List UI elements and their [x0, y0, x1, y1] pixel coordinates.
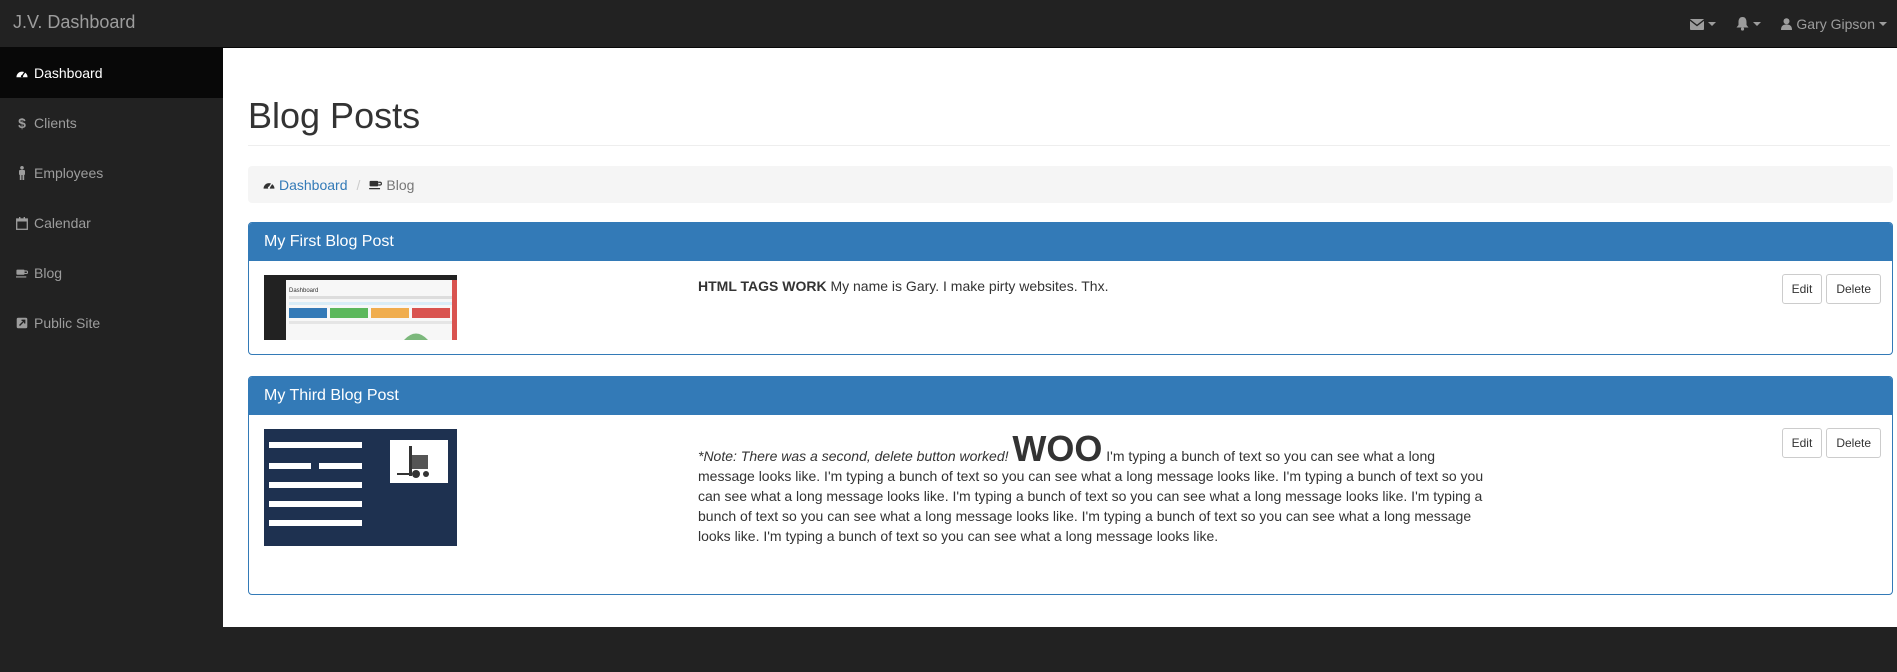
edit-button[interactable]: Edit: [1781, 274, 1823, 304]
alerts-dropdown[interactable]: [1726, 0, 1771, 48]
breadcrumb-dashboard-link[interactable]: Dashboard: [263, 177, 348, 193]
blog-post-actions: Edit Delete: [1781, 428, 1881, 458]
chevron-down-icon: [1708, 22, 1717, 26]
user-icon: [1781, 18, 1793, 30]
blog-post-title: My Third Blog Post: [249, 377, 1892, 415]
chevron-down-icon: [1753, 22, 1762, 26]
envelope-icon: [1690, 18, 1705, 30]
sidebar-item-clients[interactable]: $ Clients: [0, 98, 223, 148]
sidebar-item-label: Dashboard: [34, 65, 103, 81]
male-icon: [16, 166, 28, 180]
blog-post-bold-text: HTML TAGS WORK: [698, 278, 827, 294]
svg-text:Dashboard: Dashboard: [289, 288, 318, 294]
sidebar: Dashboard $ Clients Employees Calendar B…: [0, 48, 223, 628]
external-link-icon: [16, 316, 28, 330]
sidebar-item-employees[interactable]: Employees: [0, 148, 223, 198]
sidebar-item-dashboard[interactable]: Dashboard: [0, 48, 223, 98]
sidebar-item-label: Public Site: [34, 315, 101, 331]
main-content: Blog Posts Dashboard / Blog My First Blo…: [223, 48, 1897, 627]
blog-post-image: [264, 429, 457, 546]
delete-button[interactable]: Delete: [1826, 274, 1881, 304]
sidebar-item-label: Blog: [34, 265, 63, 281]
sidebar-item-calendar[interactable]: Calendar: [0, 198, 223, 248]
blog-post-content: HTML TAGS WORK My name is Gary. I make p…: [698, 276, 1488, 296]
blog-post-big-text: WOO: [1012, 428, 1103, 469]
breadcrumb: Dashboard / Blog: [248, 166, 1893, 203]
page-header: Blog Posts: [248, 94, 1890, 146]
brand-link[interactable]: J.V. Dashboard: [13, 12, 135, 33]
breadcrumb-separator: /: [356, 176, 361, 193]
breadcrumb-blog-label: Blog: [386, 176, 415, 193]
blog-post-text: My name is Gary. I make pirty websites. …: [826, 278, 1109, 294]
coffee-icon: [16, 266, 28, 280]
calendar-icon: [16, 216, 28, 230]
dashboard-icon: [263, 182, 275, 189]
sidebar-item-label: Employees: [34, 165, 104, 181]
sidebar-item-label: Calendar: [34, 215, 91, 231]
blog-post-panel: My Third Blog Post *Note: There was a se…: [248, 376, 1893, 595]
blog-post-image: Dashboard: [264, 275, 457, 340]
sidebar-item-public-site[interactable]: Public Site: [0, 298, 223, 348]
chevron-down-icon: [1879, 22, 1887, 26]
coffee-icon: [369, 180, 383, 189]
blog-post-italic-text: *Note: There was a second, delete button…: [698, 448, 1009, 464]
page-title: Blog Posts: [248, 95, 421, 136]
messages-dropdown[interactable]: [1680, 0, 1726, 48]
bell-icon: [1736, 17, 1749, 31]
user-name: Gary Gipson: [1796, 16, 1875, 32]
edit-button[interactable]: Edit: [1781, 428, 1823, 458]
dollar-icon: $: [18, 115, 26, 131]
dashboard-icon: [16, 66, 28, 80]
blog-post-actions: Edit Delete: [1781, 274, 1881, 304]
breadcrumb-dashboard-label: Dashboard: [279, 176, 348, 193]
top-navbar: J.V. Dashboard Gary Gipson: [0, 0, 1897, 48]
top-nav-right: Gary Gipson: [1680, 0, 1897, 48]
blog-post-content: *Note: There was a second, delete button…: [698, 431, 1488, 546]
blog-post-panel: My First Blog Post Dashboard HTML TAGS W…: [248, 222, 1893, 355]
breadcrumb-current: Blog: [369, 177, 414, 193]
delete-button[interactable]: Delete: [1826, 428, 1881, 458]
blog-post-title: My First Blog Post: [249, 223, 1892, 261]
sidebar-item-blog[interactable]: Blog: [0, 248, 223, 298]
user-dropdown[interactable]: Gary Gipson: [1771, 0, 1897, 48]
sidebar-item-label: Clients: [34, 115, 77, 131]
